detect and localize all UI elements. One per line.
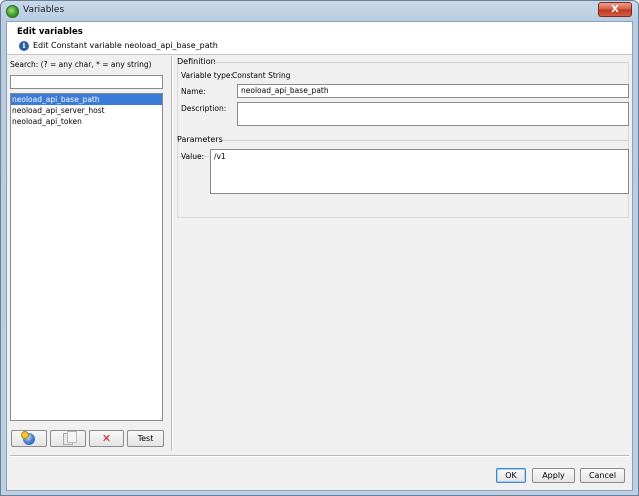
cancel-button[interactable]: Cancel bbox=[580, 468, 625, 483]
list-item[interactable]: neoload_api_base_path bbox=[11, 94, 162, 105]
variable-details-panel: Definition Variable type: Constant Strin… bbox=[175, 56, 632, 451]
value-field[interactable]: /v1 bbox=[210, 149, 629, 194]
delete-icon: ✕ bbox=[101, 432, 112, 445]
test-button[interactable]: Test bbox=[127, 430, 164, 447]
close-button[interactable]: X bbox=[598, 2, 632, 17]
value-label: Value: bbox=[181, 152, 205, 161]
header-subtitle: Edit Constant variable neoload_api_base_… bbox=[33, 41, 218, 50]
dialog-client-area: Edit variables i Edit Constant variable … bbox=[6, 21, 633, 491]
apply-button[interactable]: Apply bbox=[532, 468, 575, 483]
title-bar[interactable]: Variables X bbox=[1, 1, 638, 21]
variables-list[interactable]: neoload_api_base_path neoload_api_server… bbox=[10, 93, 163, 421]
variable-type-value: Constant String bbox=[232, 71, 291, 80]
copy-variable-button[interactable] bbox=[50, 430, 86, 447]
delete-variable-button[interactable]: ✕ bbox=[89, 430, 124, 447]
ok-button[interactable]: OK bbox=[496, 468, 526, 483]
window-title: Variables bbox=[23, 5, 65, 15]
description-label: Description: bbox=[181, 104, 227, 113]
variables-window: Variables X Edit variables i Edit Consta… bbox=[0, 0, 639, 496]
name-label: Name: bbox=[181, 87, 206, 96]
header-title: Edit variables bbox=[17, 27, 83, 37]
info-icon: i bbox=[19, 41, 29, 51]
new-variable-icon bbox=[21, 431, 35, 445]
new-variable-button[interactable] bbox=[11, 430, 47, 447]
search-label: Search: (? = any char, * = any string) bbox=[10, 60, 152, 69]
dialog-header: Edit variables i Edit Constant variable … bbox=[7, 22, 632, 55]
variable-actions: ✕ Test bbox=[11, 430, 164, 448]
description-field[interactable] bbox=[237, 102, 629, 126]
neoload-app-icon bbox=[6, 5, 19, 18]
list-item[interactable]: neoload_api_server_host bbox=[11, 105, 162, 116]
panel-splitter[interactable] bbox=[171, 56, 173, 451]
list-item[interactable]: neoload_api_token bbox=[11, 116, 162, 127]
variable-type-label: Variable type: bbox=[181, 71, 234, 80]
name-field[interactable]: neoload_api_base_path bbox=[237, 84, 629, 98]
search-input[interactable] bbox=[10, 75, 163, 89]
bottom-separator bbox=[10, 455, 629, 457]
variables-panel: Search: (? = any char, * = any string) n… bbox=[7, 56, 170, 451]
copy-icon bbox=[63, 431, 77, 445]
